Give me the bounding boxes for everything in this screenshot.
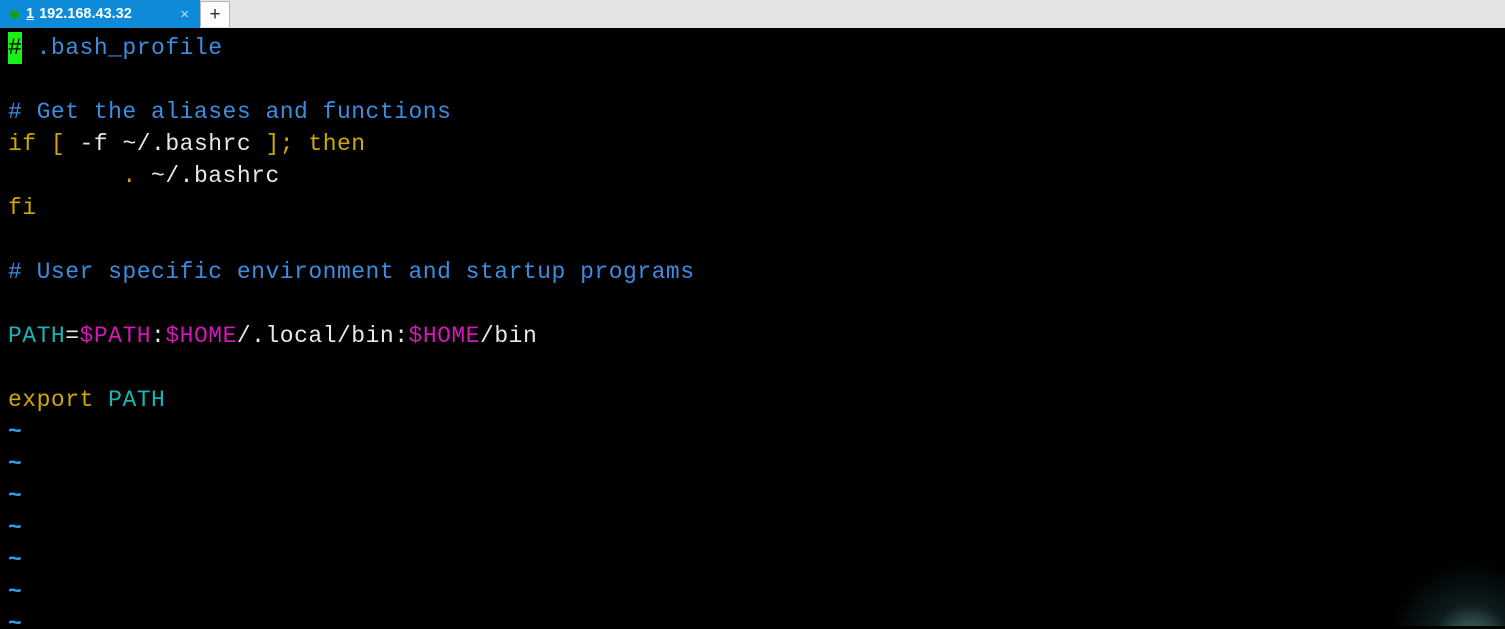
terminal-token: # User specific environment and startup … [8,259,695,285]
terminal-token: ~ [8,579,23,605]
terminal-token: /.local/bin: [236,323,409,349]
tab-title-label: 192.168.43.32 [39,5,132,22]
tab-bar: 1 192.168.43.32 × + [0,0,1505,28]
terminal-line: ~ [8,416,1505,448]
terminal-token: = [65,323,80,349]
terminal-token: ~ [8,451,23,477]
terminal-token: .bash_profile [22,35,223,61]
terminal-token: ~ [8,611,23,626]
terminal-token: PATH [8,323,66,349]
new-tab-button[interactable]: + [200,1,230,27]
terminal-token: . [122,163,137,189]
terminal-token: /bin [480,323,538,349]
terminal-token: # [8,32,23,64]
terminal-line: # Get the aliases and functions [8,96,1505,128]
terminal-line: fi [8,192,1505,224]
tab-index-label: 1 [26,5,35,22]
terminal-text-buffer: # .bash_profile # Get the aliases and fu… [8,32,1505,626]
terminal-line: # .bash_profile [8,32,1505,64]
terminal-line: ~ [8,576,1505,608]
terminal-token: # Get the aliases and functions [8,99,452,125]
terminal-line: # User specific environment and startup … [8,256,1505,288]
terminal-token: fi [8,195,37,221]
terminal-line: ~ [8,544,1505,576]
terminal-line: . ~/.bashrc [8,160,1505,192]
terminal-tab-1[interactable]: 1 192.168.43.32 × [0,0,200,28]
terminal-line: ~ [8,512,1505,544]
terminal-token: export [8,387,94,413]
terminal-token: $HOME [408,323,481,349]
terminal-token: ~ [8,419,23,445]
terminal-line: if [ -f ~/.bashrc ]; then [8,128,1505,160]
terminal-line: ~ [8,608,1505,626]
terminal-token: PATH [108,387,166,413]
terminal-token: $PATH [79,323,152,349]
close-icon[interactable]: × [175,7,194,22]
terminal-token: [ [50,131,66,157]
terminal-line: ~ [8,448,1505,480]
terminal-token: ~ [8,515,23,541]
terminal-line: export PATH [8,384,1505,416]
terminal-token: if [8,131,37,157]
terminal-token: -f ~/.bashrc [65,131,266,157]
terminal-token: $HOME [165,323,237,349]
terminal-screen[interactable]: # .bash_profile # Get the aliases and fu… [0,28,1505,626]
terminal-line: ~ [8,480,1505,512]
terminal-line: PATH=$PATH:$HOME/.local/bin:$HOME/bin [8,320,1505,352]
terminal-token: ~ [8,547,23,573]
terminal-token: then [308,131,366,157]
connection-status-dot [10,9,19,19]
terminal-token: ~ [8,483,23,509]
terminal-token: : [151,323,166,349]
terminal-token: ~/.bashrc [136,163,280,189]
terminal-token: ]; [265,131,295,157]
